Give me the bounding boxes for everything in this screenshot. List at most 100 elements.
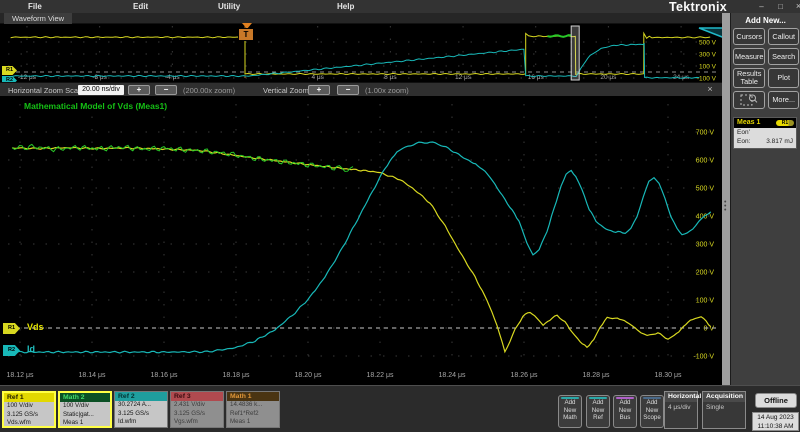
tab-waveform-view[interactable]: Waveform View (4, 13, 72, 24)
bottom-bar: Ref 1100 V/div3.125 GS/sVds.wfmMath 2100… (0, 385, 800, 432)
math-model-title: Mathematical Model of Vds (Meas1) (24, 101, 167, 111)
channel-detail: Ref1*Ref2 (227, 410, 279, 419)
horizontal-title: Horizontal (665, 392, 697, 402)
x-tick-label: 18.16 μs (151, 372, 178, 379)
vzoom-factor-label: (1.00x zoom) (365, 86, 409, 95)
more--button[interactable]: More... (768, 91, 799, 109)
trigger-marker[interactable]: T (238, 28, 254, 41)
channel-name: Ref 1 (4, 393, 54, 402)
results-table-button[interactable]: Results Table (733, 68, 765, 88)
channel-badge-ref2[interactable]: Ref 230.2724 A...3.125 GS/sId.wfm (114, 391, 168, 428)
x-tick-label: -4 μs (165, 74, 180, 81)
add-new-header: Add New... (731, 16, 800, 25)
menu-bar: Tektronix – □ × File Edit Utility Help (0, 0, 800, 13)
horizontal-panel[interactable]: Horizontal 4 μs/div (664, 391, 698, 429)
x-tick-label: 18.30 μs (655, 372, 682, 379)
x-tick-label: 18.12 μs (7, 372, 34, 379)
channel-detail: Meas 1 (227, 418, 279, 427)
vds-label: Vds (27, 322, 44, 332)
splitter-handle-icon: ••• (724, 201, 726, 213)
close-button[interactable]: × (792, 1, 800, 12)
y-tick-label: 300 V (699, 52, 717, 59)
x-tick-label: 16 μs (528, 74, 545, 81)
plot-button[interactable]: Plot (768, 68, 799, 88)
channel-detail: Vds.wfm (4, 419, 54, 428)
add-new-buttons: CursorsCalloutMeasureSearchResults Table… (733, 28, 799, 109)
channel-detail: Id.wfm (115, 418, 167, 427)
channel-badge-math1[interactable]: Math 114.4836 k...Ref1*Ref2Meas 1 (226, 391, 280, 428)
zoom-close-icon[interactable]: × (704, 84, 716, 94)
y-tick-label: 600 V (696, 158, 715, 165)
hzoom-minus-button[interactable]: − (155, 85, 177, 95)
x-tick-label: 18.24 μs (439, 372, 466, 379)
vzoom-minus-button[interactable]: − (337, 85, 359, 95)
y-tick-label: 200 V (696, 270, 715, 277)
channel-badge-ref1[interactable]: Ref 1100 V/div3.125 GS/sVds.wfm (2, 391, 56, 428)
cursors-button[interactable]: Cursors (733, 28, 765, 45)
menu-help[interactable]: Help (337, 2, 354, 11)
y-tick-label: 300 V (696, 242, 715, 249)
x-tick-label: 18.22 μs (367, 372, 394, 379)
add-new-ref-button[interactable]: AddNewRef (586, 395, 610, 428)
x-tick-label: 18.18 μs (223, 372, 250, 379)
x-tick-label: 18.26 μs (511, 372, 538, 379)
offline-button[interactable]: Offline (755, 393, 797, 408)
channel-detail: 100 V/div (4, 402, 54, 411)
horizontal-value: 4 μs/div (665, 402, 697, 413)
channel-detail: 100 V/div (60, 402, 110, 411)
menu-edit[interactable]: Edit (133, 2, 148, 11)
x-tick-label: 4 μs (311, 74, 324, 81)
minimize-button[interactable]: – (755, 1, 768, 12)
channel-detail: 14.4836 k... (227, 401, 279, 410)
menu-file[interactable]: File (28, 2, 42, 11)
tektronix-logo: Tektronix (648, 0, 748, 13)
x-tick-label: 18.28 μs (583, 372, 610, 379)
measure-button[interactable]: Measure (733, 48, 765, 65)
zoom-window-marker[interactable] (571, 26, 579, 80)
search-button[interactable]: Search (768, 48, 799, 65)
channel-badge-ref3[interactable]: Ref 32.431 V/div3.125 GS/sVgs.wfm (170, 391, 224, 428)
add-new-bus-button[interactable]: AddNewBus (613, 395, 637, 428)
id-label: Id (27, 344, 35, 354)
y-tick-label: 100 V (699, 64, 717, 71)
channel-detail: Static|gat... (60, 411, 110, 420)
zoom-overlay-button[interactable] (733, 91, 765, 109)
restore-button[interactable]: □ (774, 1, 787, 12)
datetime-display: 14 Aug 2023 11:10:38 AM (752, 412, 799, 431)
button-stripe (616, 397, 634, 399)
horizontal-zoom-scale-input[interactable]: 20.00 ns/div (78, 85, 124, 95)
y-tick-label: 0 V (703, 326, 714, 333)
channel-name: Ref 3 (171, 392, 223, 401)
y-tick-label: 400 V (696, 214, 715, 221)
horizontal-zoom-scale-label: Horizontal Zoom Scale (8, 86, 84, 95)
vertical-zoom-label: Vertical Zoom (263, 86, 309, 95)
panel-splitter[interactable]: ••• (722, 13, 730, 385)
hzoom-plus-button[interactable]: + (128, 85, 150, 95)
channel-name: Ref 2 (115, 392, 167, 401)
tab-strip (0, 13, 722, 24)
ref1-vds-overview-trace (11, 33, 711, 74)
add-new-math-button[interactable]: AddNewMath (558, 395, 582, 428)
menu-utility[interactable]: Utility (218, 2, 240, 11)
zoom-toolbar: Horizontal Zoom Scale 20.00 ns/div + − (… (0, 82, 722, 96)
callout-button[interactable]: Callout (768, 28, 799, 45)
channel-detail: 3.125 GS/s (115, 410, 167, 419)
acquisition-panel[interactable]: Acquisition Single (702, 391, 746, 429)
channel-badge-math2[interactable]: Math 2100 V/divStatic|gat...Meas 1 (58, 391, 112, 428)
overview-svg: 500 V300 V100 V-100 V-12 μs-8 μs-4 μs4 μ… (0, 24, 722, 82)
button-stripe (643, 397, 661, 399)
channel-detail: 2.431 V/div (171, 401, 223, 410)
x-tick-label: 20 μs (600, 74, 617, 81)
x-tick-label: 8 μs (384, 74, 397, 81)
channel-detail: Meas 1 (60, 419, 110, 428)
meas1-badge[interactable]: Meas 1 R1 Eon' Eon:3.817 mJ (733, 117, 797, 149)
channel-name: Math 1 (227, 392, 279, 401)
x-tick-label: -8 μs (92, 74, 107, 81)
y-tick-label: 500 V (696, 186, 715, 193)
y-tick-label: -100 V (693, 354, 714, 361)
button-stripe (589, 397, 607, 399)
overview-chart: 500 V300 V100 V-100 V-12 μs-8 μs-4 μs4 μ… (0, 24, 722, 82)
y-tick-label: 100 V (696, 298, 715, 305)
add-new-scope-button[interactable]: AddNewScope (640, 395, 664, 428)
vzoom-plus-button[interactable]: + (308, 85, 330, 95)
